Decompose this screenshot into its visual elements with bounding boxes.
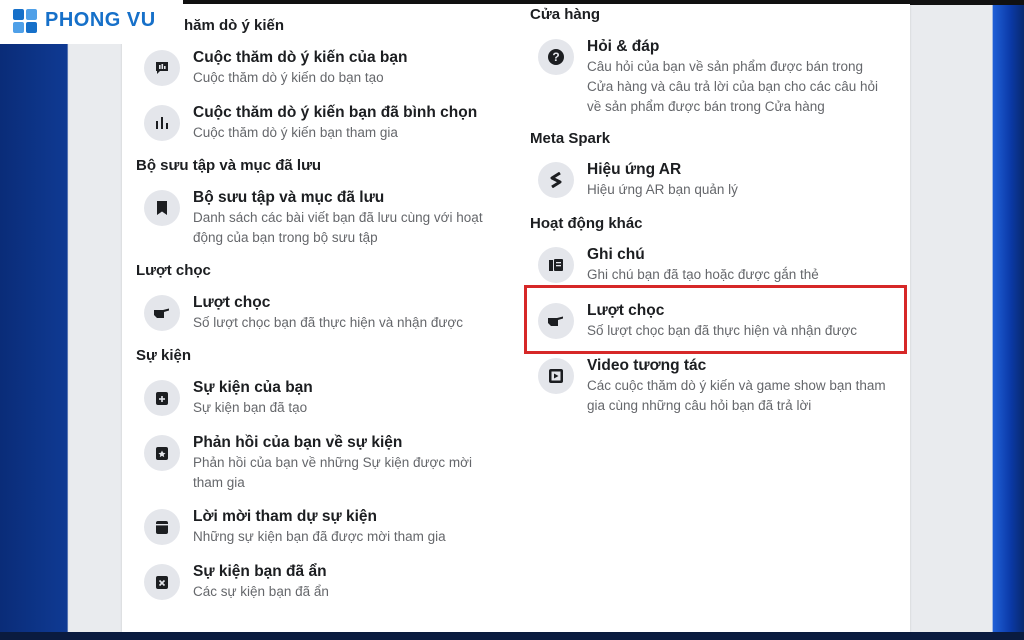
item-description: Ghi chú bạn đã tạo hoặc được gắn thẻ: [587, 267, 819, 282]
item-title: Lượt chọc: [193, 294, 271, 311]
phongvu-logo: PHONG VU: [0, 0, 183, 44]
list-item-saved-collections[interactable]: Bộ sưu tập và mục đã lưu Danh sách các b…: [144, 189, 493, 248]
calendar-icon: [144, 509, 180, 545]
section-title-saved: Bộ sưu tập và mục đã lưu: [136, 157, 322, 174]
bookmark-icon: [144, 190, 180, 226]
calendar-x-icon: [144, 564, 180, 600]
item-title: Sự kiện của bạn: [193, 379, 313, 396]
item-title: Ghi chú: [587, 246, 645, 263]
section-title-shop: Cửa hàng: [530, 6, 601, 23]
list-item-your-events[interactable]: Sự kiện của bạn Sự kiện bạn đã tạo: [144, 379, 313, 418]
item-description: Số lượt chọc bạn đã thực hiện và nhận đư…: [193, 315, 463, 330]
item-description: Những sự kiện bạn đã được mời tham gia: [193, 529, 446, 544]
section-title-pokes: Lượt chọc: [136, 262, 211, 279]
spark-ar-icon: [538, 162, 574, 198]
list-item-voted-polls[interactable]: Cuộc thăm dò ý kiến bạn đã bình chọn Cuộ…: [144, 104, 478, 143]
activity-settings-panel: hăm dò ý kiến Cuộc thăm dò ý kiến của bạ…: [122, 4, 910, 632]
item-description: Sự kiện bạn đã tạo: [193, 400, 308, 415]
item-title: Phản hồi của bạn về sự kiện: [193, 434, 403, 451]
item-title: Cuộc thăm dò ý kiến của bạn: [193, 49, 408, 66]
list-item-notes[interactable]: Ghi chú Ghi chú bạn đã tạo hoặc được gắn…: [538, 246, 819, 285]
section-title-meta-spark: Meta Spark: [530, 130, 611, 147]
calendar-star-icon: [144, 435, 180, 471]
desktop-background-right: [910, 0, 1024, 640]
notes-icon: [538, 247, 574, 283]
question-icon: ?: [538, 39, 574, 75]
item-description: Câu hỏi của bạn về sản phẩm được bán tro…: [587, 59, 879, 114]
svg-text:?: ?: [552, 50, 559, 64]
item-title: Bộ sưu tập và mục đã lưu: [193, 189, 385, 206]
item-title: Hiệu ứng AR: [587, 161, 682, 178]
poke-hand-icon: [144, 295, 180, 331]
list-item-event-responses[interactable]: Phản hồi của bạn về sự kiện Phản hồi của…: [144, 434, 493, 493]
list-item-ar-effects[interactable]: Hiệu ứng AR Hiệu ứng AR bạn quản lý: [538, 161, 738, 200]
item-description: Cuộc thăm dò ý kiến do bạn tạo: [193, 70, 384, 85]
logo-text: PHONG VU: [45, 9, 156, 31]
desktop-background-left: [0, 0, 122, 640]
item-title: Hỏi & đáp: [587, 38, 660, 55]
list-item-event-invites[interactable]: Lời mời tham dự sự kiện Những sự kiện bạ…: [144, 508, 446, 547]
section-title-events: Sự kiện: [136, 347, 192, 364]
item-title: Video tương tác: [587, 357, 707, 374]
bar-chart-icon: [144, 105, 180, 141]
section-title-polls: hăm dò ý kiến: [184, 17, 285, 34]
list-item-your-polls[interactable]: Cuộc thăm dò ý kiến của bạn Cuộc thăm dò…: [144, 49, 408, 88]
highlight-box: [524, 285, 907, 354]
section-title-other-activity: Hoạt động khác: [530, 215, 643, 232]
screen-bezel-bottom: [0, 632, 1024, 640]
item-description: Các sự kiện bạn đã ẩn: [193, 584, 329, 599]
calendar-plus-icon: [144, 380, 180, 416]
list-item-hidden-events[interactable]: Sự kiện bạn đã ẩn Các sự kiện bạn đã ẩn: [144, 563, 329, 602]
poll-chat-icon: [144, 50, 180, 86]
item-description: Danh sách các bài viết bạn đã lưu cùng v…: [193, 210, 483, 245]
list-item-qa[interactable]: ? Hỏi & đáp Câu hỏi của bạn về sản phẩm …: [538, 38, 887, 117]
item-title: Sự kiện bạn đã ẩn: [193, 563, 327, 580]
list-item-pokes[interactable]: Lượt chọc Số lượt chọc bạn đã thực hiện …: [144, 294, 463, 333]
item-description: Các cuộc thăm dò ý kiến và game show bạn…: [587, 378, 886, 413]
list-item-interactive-video[interactable]: Video tương tác Các cuộc thăm dò ý kiến …: [538, 357, 887, 416]
item-description: Phản hồi của bạn về những Sự kiện được m…: [193, 455, 472, 490]
video-interactive-icon: [538, 358, 574, 394]
phongvu-logo-icon: [13, 9, 37, 33]
item-description: Hiệu ứng AR bạn quản lý: [587, 182, 738, 197]
item-title: Lời mời tham dự sự kiện: [193, 508, 378, 525]
item-title: Cuộc thăm dò ý kiến bạn đã bình chọn: [193, 104, 478, 121]
item-description: Cuộc thăm dò ý kiến bạn tham gia: [193, 125, 398, 140]
